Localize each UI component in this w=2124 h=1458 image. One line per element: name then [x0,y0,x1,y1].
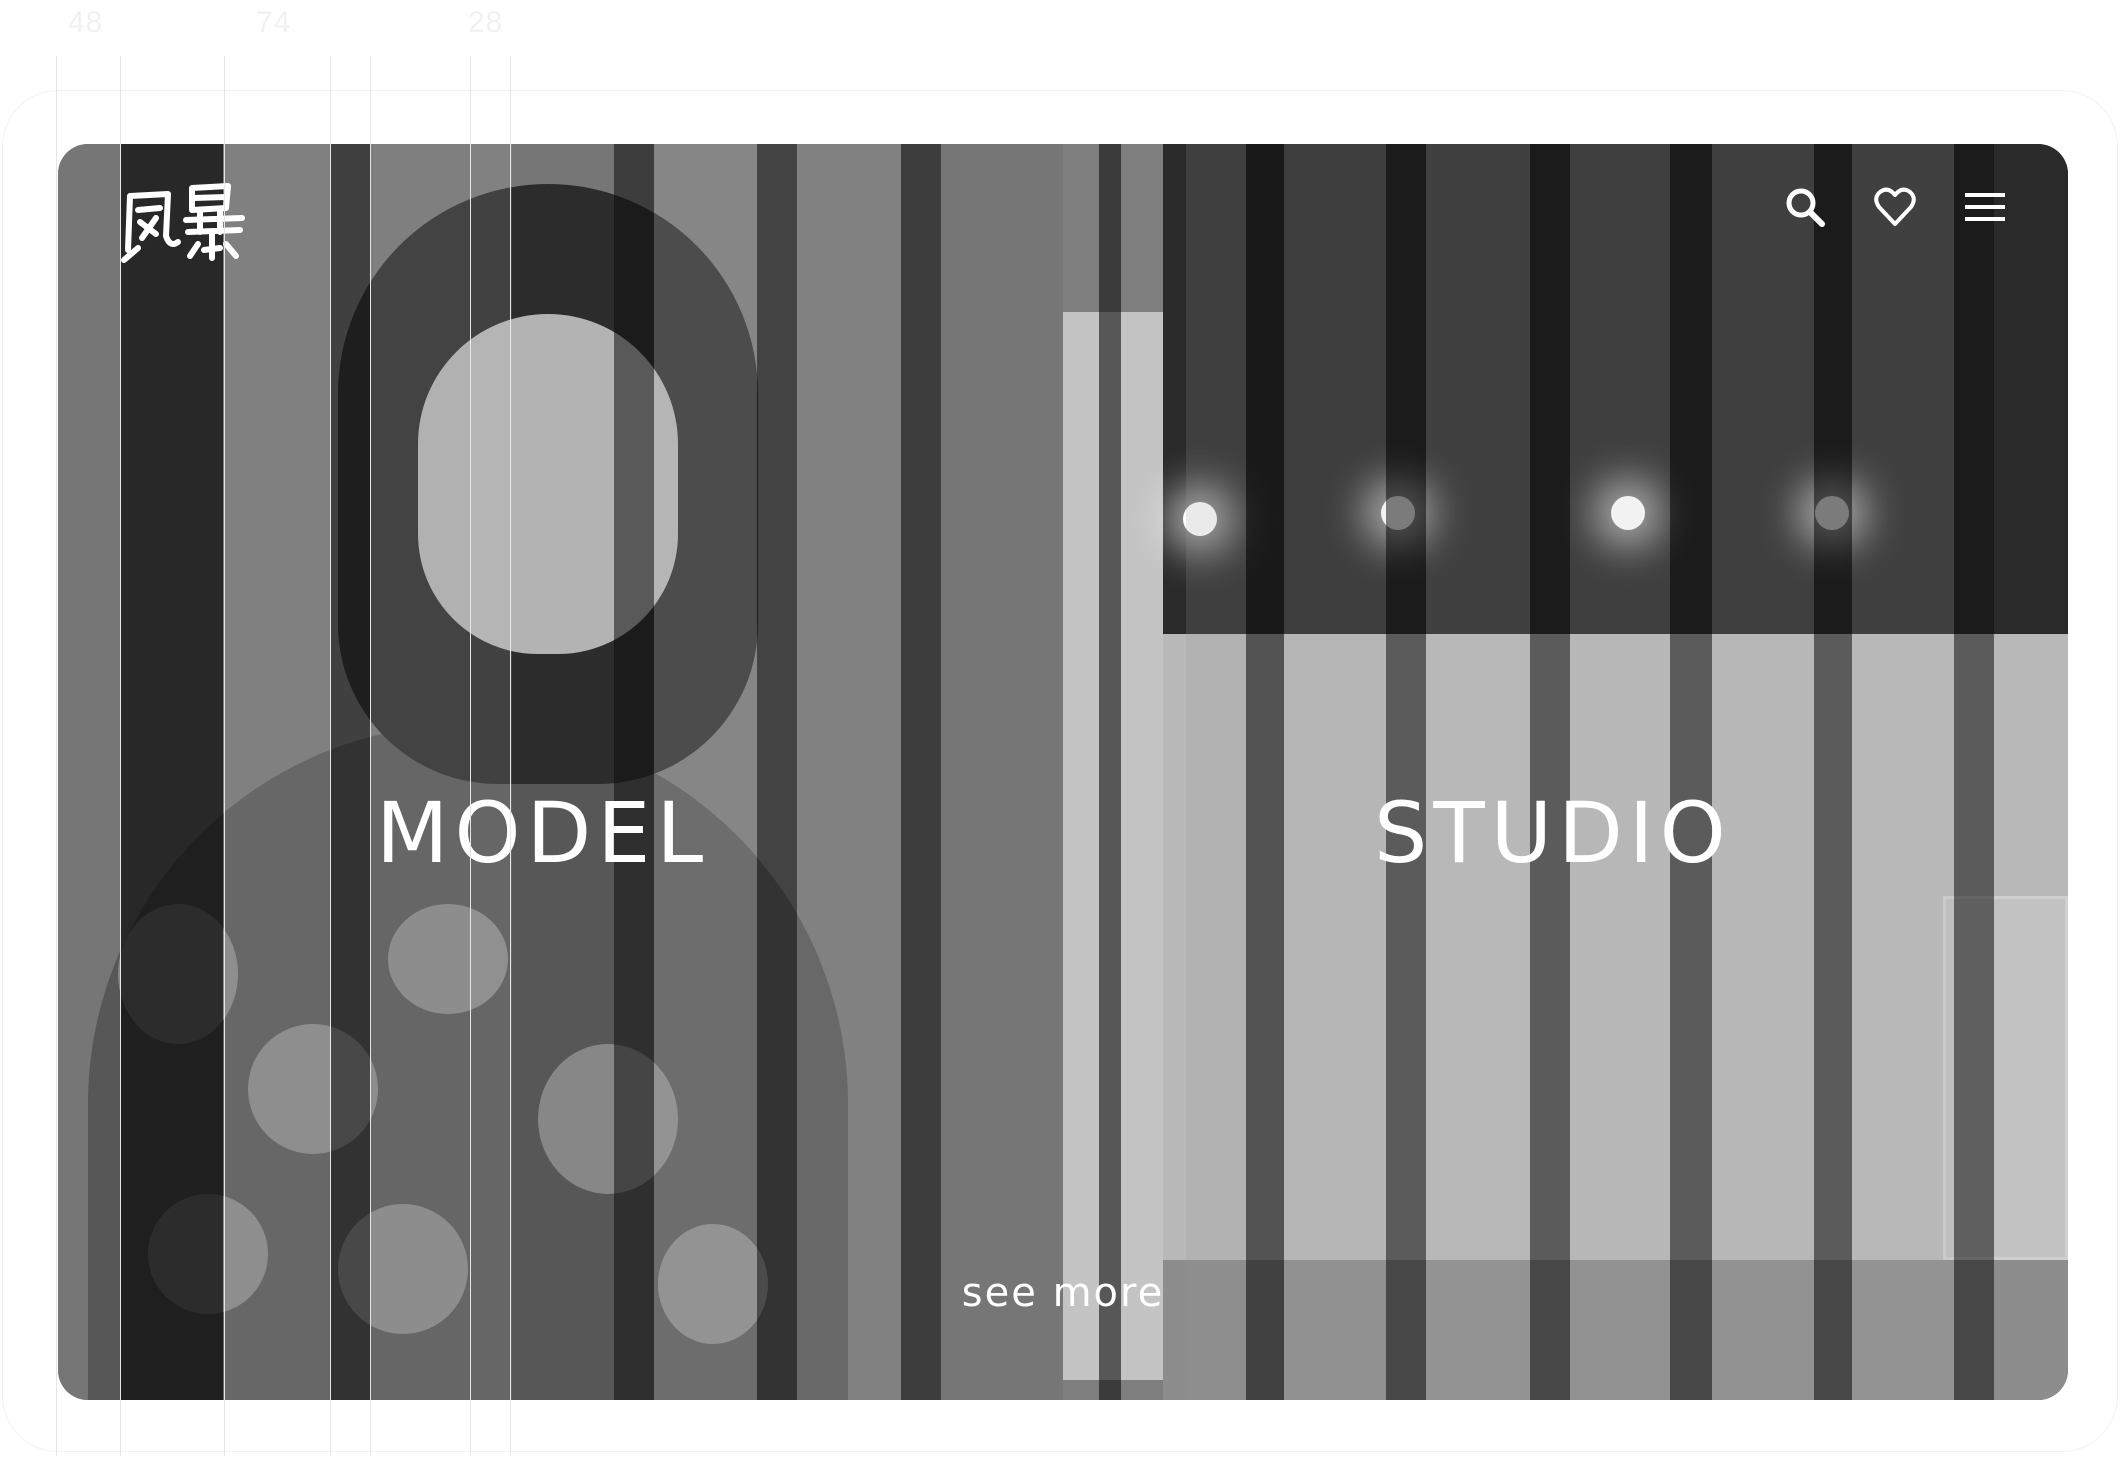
overlay-stripe [1712,144,1814,1400]
grid-guide-line [330,56,331,1456]
see-more-label: see more [961,1270,1165,1316]
overlay-stripe [1670,144,1712,1400]
overlay-stripe [1186,144,1246,1400]
overlay-stripe [370,144,470,1400]
overlay-stripe [1954,144,1994,1400]
grid-guide-line [120,56,121,1456]
hamburger-menu-icon [1965,193,2005,221]
search-icon [1786,188,1825,227]
grid-guide-line [510,56,511,1456]
see-more-link[interactable]: see more [58,1270,2068,1316]
grid-guide-line [370,56,371,1456]
model-title[interactable]: MODEL [376,784,709,882]
menu-button[interactable] [1962,184,2008,230]
studio-title[interactable]: STUDIO [1374,784,1732,882]
overlay-stripe [654,144,757,1400]
overlay-stripe [1426,144,1530,1400]
overlay-stripe [614,144,654,1400]
header-toolbar [1782,184,2008,230]
brand-logo-mark [121,183,245,263]
favorites-button[interactable] [1872,184,1918,230]
overlay-stripe [757,144,797,1400]
overlay-stripe [1246,144,1284,1400]
overlay-stripe [1099,144,1121,1400]
overlay-stripe [1530,144,1570,1400]
overlay-stripe [1284,144,1386,1400]
search-button[interactable] [1782,184,1828,230]
hero-banner: MODEL STUDIO see more [58,144,2068,1400]
overlay-stripe [330,144,370,1400]
heart-icon [1874,187,1916,226]
overlay-stripe [470,144,512,1400]
overlay-stripe [120,144,223,1400]
overlay-stripe [797,144,901,1400]
overlay-stripe [1814,144,1852,1400]
overlay-stripe [1570,144,1670,1400]
overlay-stripe [1386,144,1426,1400]
brand-logo[interactable] [120,172,250,268]
spec-label-74: 74 [256,6,292,39]
overlay-stripe [1852,144,1954,1400]
grid-guide-line [470,56,471,1456]
grid-guide-line [56,56,57,1456]
overlay-stripe [901,144,941,1400]
spec-label-48: 48 [68,6,104,39]
overlay-stripe [223,144,330,1400]
grid-guide-line [224,56,225,1456]
spec-label-28: 28 [468,6,504,39]
